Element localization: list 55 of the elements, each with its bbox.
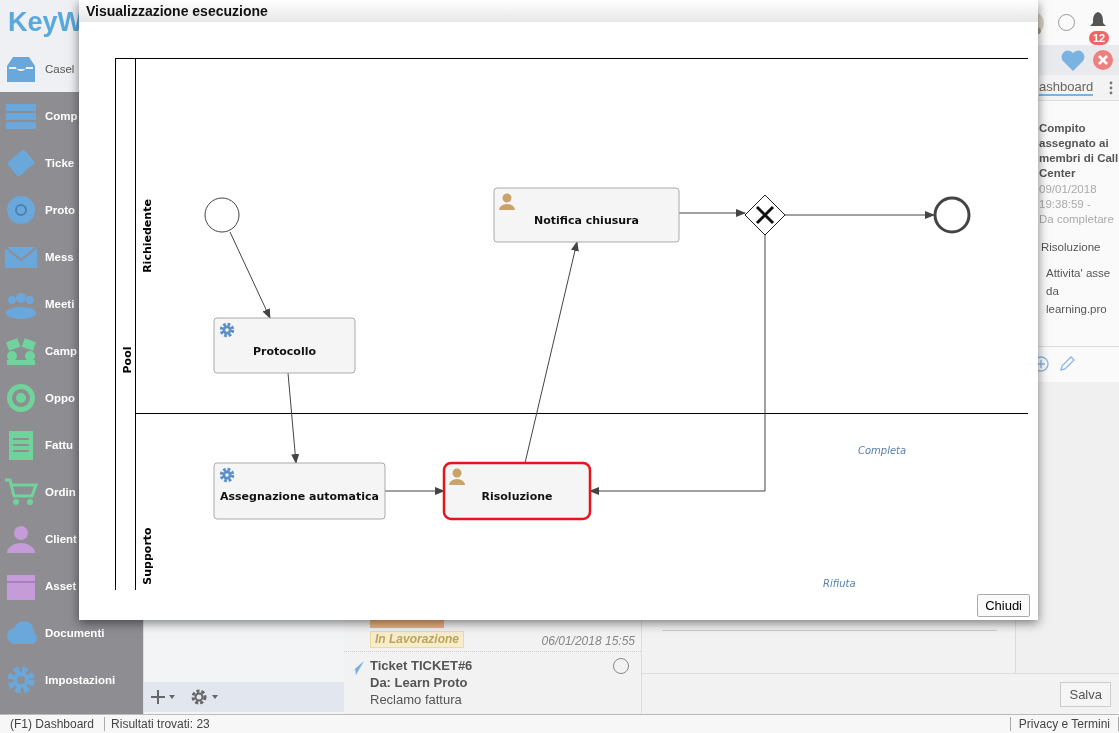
sidebar-item[interactable]: Fattu	[0, 421, 143, 468]
task-title: Compito assegnato ai membri di Call Center	[1039, 121, 1119, 181]
save-button[interactable]: Salva	[1060, 681, 1111, 707]
end-event	[933, 196, 971, 234]
sidebar-item[interactable]: Mess	[0, 233, 143, 280]
person-icon	[449, 468, 465, 485]
sidebar-item[interactable]: Ordin	[0, 468, 143, 515]
ticket-subject: Reclamo fattura	[370, 692, 463, 708]
close-button[interactable]: Chiudi	[977, 593, 1030, 617]
sidebar-item[interactable]: Documenti	[0, 609, 143, 656]
task-note: Attivita' asse da learning.pro	[1045, 266, 1112, 317]
ticket-sender: Da: Learn Proto	[370, 675, 469, 691]
ticket-title: Ticket TICKET#6	[370, 658, 474, 674]
item-date: 06/01/2018 15:55	[541, 634, 635, 649]
sidebar-item[interactable]: Comp	[0, 92, 143, 139]
status-text[interactable]: (F1) Dashboard	[0, 717, 106, 731]
start-event	[204, 197, 240, 233]
settings-icon[interactable]	[190, 688, 220, 707]
dialog-title: Visualizzazione esecuzione	[86, 3, 268, 19]
sequence-flow	[678, 209, 746, 217]
sequence-flow	[384, 487, 445, 495]
task-node[interactable]	[213, 462, 386, 520]
ticket-item[interactable]: Ticket TICKET#6 Da: Learn Proto Reclamo fattura	[344, 652, 641, 715]
lane-label: Richiedente	[141, 199, 154, 273]
sidebar-item[interactable]: Proto	[0, 186, 143, 233]
task-node[interactable]	[442, 461, 592, 521]
exclusive-gateway	[744, 194, 786, 236]
gear-icon	[219, 322, 235, 338]
pool-label: Pool	[121, 346, 134, 374]
sidebar-item[interactable]: Asset	[0, 562, 143, 609]
more-icon[interactable]	[1109, 80, 1113, 95]
task-node[interactable]	[493, 187, 680, 243]
task-label: Protocollo	[253, 344, 316, 358]
task-name: Risoluzione	[1040, 241, 1102, 253]
status-text: Risultati trovati: 23	[110, 717, 211, 731]
close-icon[interactable]	[1093, 50, 1113, 70]
status-tag: In Lavorazione	[370, 631, 465, 649]
sidebar-item[interactable]: Meeti	[0, 280, 143, 327]
sidebar-item[interactable]: Oppo	[0, 374, 143, 421]
person-icon	[499, 193, 515, 210]
sidebar-item[interactable]: Impostazioni	[0, 656, 143, 703]
flow-label: Completa	[858, 445, 907, 456]
sidebar-item[interactable]: Client	[0, 515, 143, 562]
task-label: Notifica chiusura	[534, 214, 639, 227]
app-logo: KeyW	[8, 7, 83, 38]
task-node[interactable]	[213, 317, 356, 374]
lane-label: Supporto	[141, 527, 154, 585]
flow-label: Rifiuta	[823, 578, 856, 589]
task-label: Assegnazione automatica	[220, 490, 379, 503]
sidebar-item[interactable]: Ticke	[0, 139, 143, 186]
add-icon[interactable]	[150, 689, 176, 706]
notification-count: 12	[1089, 30, 1110, 45]
task-label: Risoluzione	[481, 490, 553, 503]
gear-icon	[219, 467, 235, 483]
status-text[interactable]: Privacy e Termini	[1009, 717, 1119, 731]
